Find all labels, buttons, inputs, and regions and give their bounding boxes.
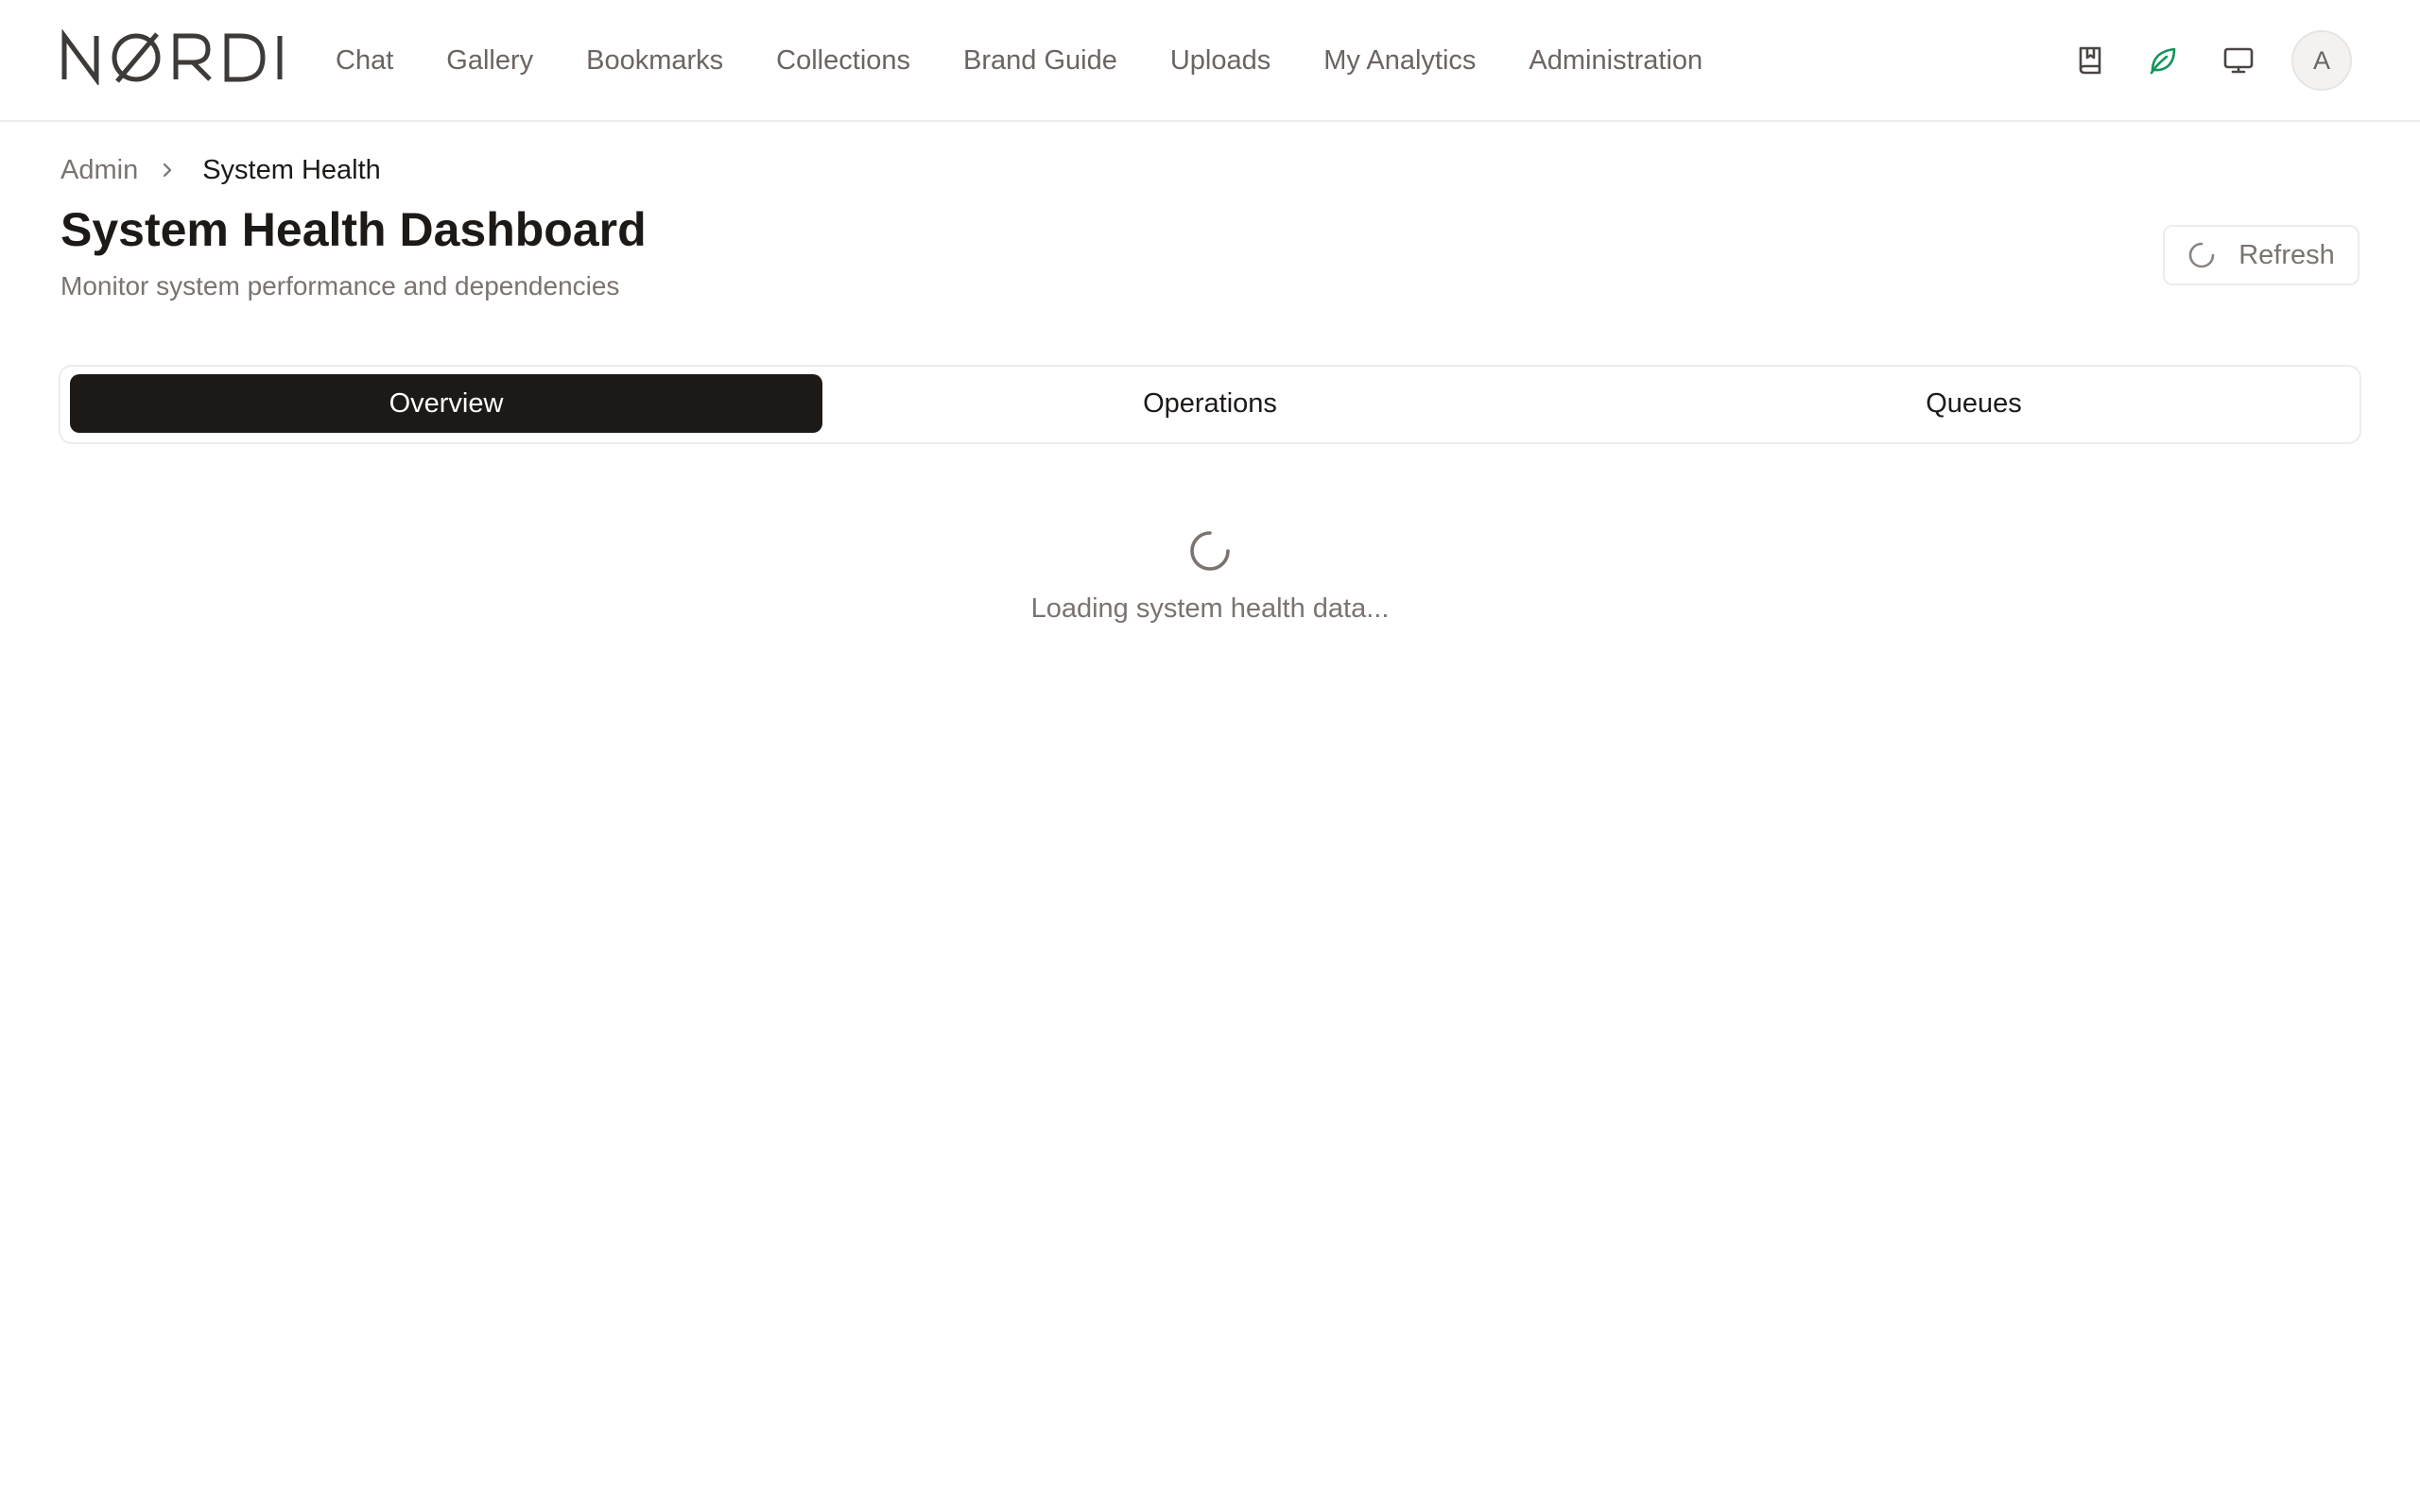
bookmark-icon: [2079, 46, 2101, 75]
dashboard-tabs: Overview Operations Queues: [59, 365, 2361, 444]
bookmark-button[interactable]: [2072, 42, 2110, 79]
breadcrumb-current: System Health: [202, 154, 381, 185]
logo-wordmark: [61, 28, 283, 87]
nav-uploads[interactable]: Uploads: [1170, 47, 1270, 75]
tab-queues[interactable]: Queues: [1598, 374, 2350, 433]
top-navigation-bar: Chat Gallery Bookmarks Collections Brand…: [0, 0, 2420, 122]
loading-text: Loading system health data...: [1030, 593, 1390, 624]
nav-administration[interactable]: Administration: [1529, 47, 1703, 75]
breadcrumb-admin[interactable]: Admin: [60, 155, 138, 186]
nordi-logo[interactable]: [60, 28, 284, 87]
loading-spinner-icon: [1190, 531, 1230, 571]
nav-collections[interactable]: Collections: [776, 47, 910, 75]
leaf-icon: [2150, 47, 2176, 75]
loading-state: Loading system health data...: [0, 529, 2420, 625]
nav-brand-guide[interactable]: Brand Guide: [963, 47, 1117, 75]
display-button[interactable]: [2220, 42, 2257, 79]
nav-bookmarks[interactable]: Bookmarks: [586, 47, 723, 75]
main-nav: Chat Gallery Bookmarks Collections Brand…: [336, 0, 1703, 122]
page-subtitle: Monitor system performance and dependenc…: [60, 271, 620, 301]
nav-my-analytics[interactable]: My Analytics: [1323, 47, 1476, 75]
tab-overview[interactable]: Overview: [70, 374, 822, 433]
user-avatar[interactable]: A: [2291, 30, 2352, 91]
nav-chat[interactable]: Chat: [336, 47, 393, 75]
refresh-label: Refresh: [2238, 239, 2335, 270]
chevron-right-icon: [153, 156, 182, 184]
sustainability-button[interactable]: [2144, 42, 2182, 79]
page-title: System Health Dashboard: [60, 203, 647, 256]
breadcrumb: Admin System Health: [60, 151, 381, 189]
nav-gallery[interactable]: Gallery: [446, 47, 533, 75]
refresh-spinner-icon: [2187, 241, 2216, 269]
tab-operations[interactable]: Operations: [834, 374, 1586, 433]
refresh-button[interactable]: Refresh: [2163, 225, 2360, 285]
monitor-icon: [2223, 47, 2254, 74]
